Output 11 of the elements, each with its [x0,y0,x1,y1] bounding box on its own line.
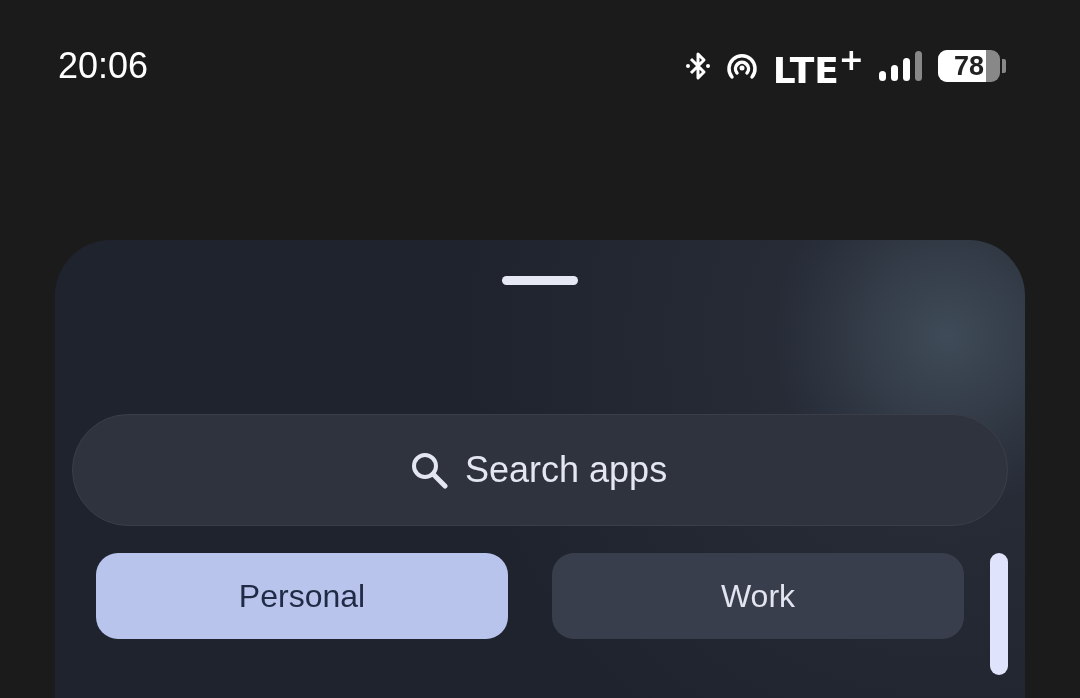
scrollbar[interactable] [990,553,1008,675]
profile-tab[interactable]: Work [552,553,964,639]
drag-handle[interactable] [502,276,578,285]
bluetooth-icon [684,51,711,81]
hotspot-icon [724,51,759,81]
profile-tab[interactable]: Personal [96,553,508,639]
network-type: LTE$^{+}$ [772,41,864,91]
clock-time: 20:06 [58,45,149,87]
signal-icon [878,51,924,81]
battery-icon: 78 [938,50,1000,82]
search-field[interactable]: Search apps [72,414,1008,526]
